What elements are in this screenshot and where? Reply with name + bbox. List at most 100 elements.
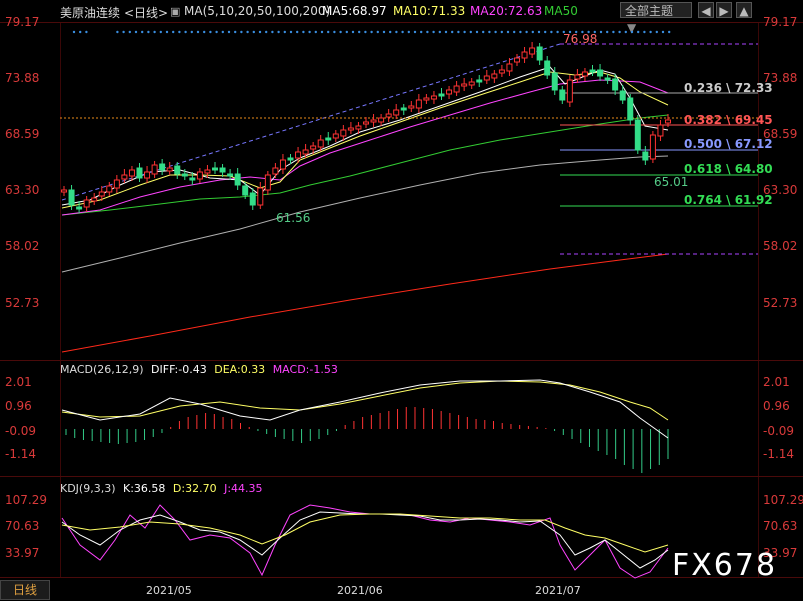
macd-header: MACD(26,12,9) DIFF:-0.43 DEA:0.33 MACD:-… — [60, 363, 338, 376]
kdj-d-value: D:32.70 — [172, 482, 217, 495]
candle-body — [461, 83, 468, 87]
candle-body — [189, 177, 196, 181]
candle-body — [272, 167, 279, 175]
top-dot — [72, 30, 76, 34]
top-dot — [116, 30, 119, 34]
candle-body — [219, 167, 226, 173]
top-dot — [401, 30, 404, 34]
candle-body — [491, 73, 498, 79]
top-dot — [283, 30, 286, 34]
kdj-axis-label: 33.97 — [5, 546, 40, 560]
top-dot — [165, 30, 169, 34]
top-dot — [413, 30, 417, 34]
candle-body — [83, 199, 90, 208]
top-dot — [550, 30, 553, 34]
candle-body — [128, 169, 135, 177]
candle-body — [151, 164, 158, 175]
top-dot — [500, 30, 503, 34]
candle-body — [325, 137, 332, 141]
candle-body — [400, 107, 407, 111]
macd-axis-label-right: 0.96 — [763, 399, 790, 413]
top-dot — [234, 30, 237, 34]
candle-body — [287, 157, 294, 161]
top-dot — [327, 30, 330, 34]
candle-body — [242, 185, 249, 196]
top-dot — [370, 30, 373, 34]
top-dot — [190, 30, 193, 34]
kdj-axis-label: 70.63 — [5, 519, 40, 533]
candle-body — [113, 179, 120, 189]
macd-axis-label: 0.96 — [5, 399, 32, 413]
top-dot — [395, 30, 398, 34]
kdj-j-line — [61, 504, 669, 579]
top-dot — [227, 30, 231, 34]
period-tab[interactable]: 日线 — [0, 580, 50, 600]
top-dot — [407, 30, 410, 34]
top-dot — [624, 30, 627, 34]
ma10-line — [61, 71, 669, 209]
candle-body — [597, 69, 604, 77]
chart-canvas[interactable] — [0, 0, 803, 601]
candle-body — [453, 85, 460, 93]
candle-body — [98, 191, 105, 197]
ma20-line — [61, 79, 669, 216]
high-price-label: 76.98 — [563, 32, 598, 46]
candle-body — [408, 105, 415, 109]
candle-body — [483, 75, 490, 81]
top-dot — [302, 30, 305, 34]
candle-body — [551, 72, 558, 91]
top-dot — [463, 30, 466, 34]
macd-axis-label-right: -1.14 — [763, 447, 795, 461]
candle-body — [136, 167, 143, 179]
top-dot — [277, 30, 280, 34]
top-dot — [289, 30, 293, 34]
macd-title: MACD(26,12,9) — [60, 363, 144, 376]
top-dot — [265, 30, 268, 34]
top-dot — [376, 30, 379, 34]
top-dot — [420, 30, 423, 34]
top-dot — [147, 30, 150, 34]
candle-body — [430, 95, 437, 100]
low-price-label-2: 65.01 — [654, 175, 689, 189]
top-dot — [128, 30, 131, 34]
candle-body — [257, 187, 264, 206]
candle-body — [234, 173, 241, 186]
candle-body — [438, 93, 445, 97]
macd-axis-label: 2.01 — [5, 375, 32, 389]
macd-axis-label: -1.14 — [5, 447, 37, 461]
top-dot — [444, 30, 448, 34]
macd-axis-label-right: 2.01 — [763, 375, 790, 389]
top-dot — [531, 30, 534, 34]
top-dot — [358, 30, 361, 34]
candle-body — [144, 171, 151, 179]
candle-body — [634, 119, 641, 151]
candle-body — [657, 124, 664, 137]
candle-body — [310, 145, 317, 150]
top-dot — [184, 30, 187, 34]
fib-level-label: 0.618 \ 64.80 — [684, 162, 773, 176]
candle-body — [619, 90, 626, 101]
low-price-label: 61.56 — [276, 211, 311, 225]
candle-body — [415, 99, 422, 109]
top-dot — [661, 30, 665, 34]
candle-body — [106, 185, 113, 193]
candle-body — [370, 119, 377, 123]
top-dot — [544, 30, 547, 34]
candle-body — [529, 47, 536, 55]
kdj-k-line — [61, 511, 669, 569]
top-dot — [314, 30, 317, 34]
top-dot — [482, 30, 485, 34]
top-dot — [209, 30, 212, 34]
candle-body — [212, 167, 218, 171]
candle-body — [581, 71, 588, 77]
top-dot — [389, 30, 392, 34]
candle-body — [566, 79, 573, 103]
candle-body — [378, 117, 385, 123]
top-dot — [469, 30, 472, 34]
top-dot — [599, 30, 603, 34]
candle-body — [468, 81, 475, 86]
top-dot — [252, 30, 255, 34]
candle-body — [159, 163, 166, 171]
top-dot — [122, 30, 125, 34]
candle-body — [627, 97, 634, 121]
